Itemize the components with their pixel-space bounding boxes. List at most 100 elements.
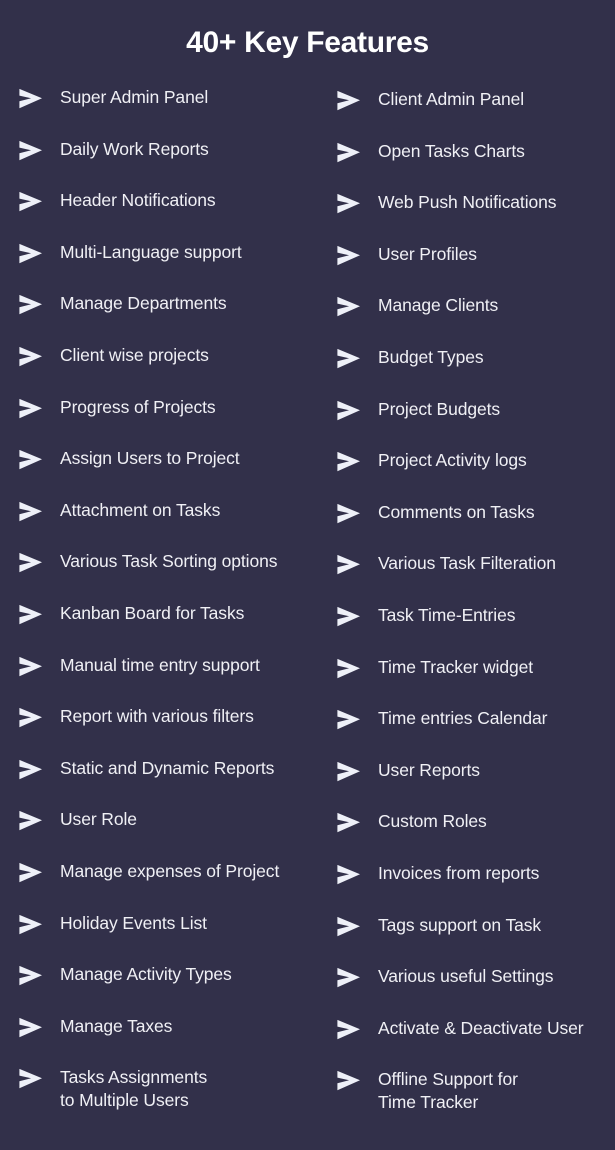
arrow-right-icon — [18, 759, 43, 780]
features-columns: Super Admin Panel Daily Work Reports Hea… — [0, 60, 615, 1130]
feature-label: Project Activity logs — [378, 450, 527, 471]
feature-item: Report with various filters — [18, 705, 320, 757]
arrow-right-icon — [336, 554, 361, 575]
feature-item: Project Budgets — [336, 398, 615, 450]
arrow-right-icon — [18, 707, 43, 728]
arrow-right-icon — [18, 398, 43, 419]
feature-label: Manage Departments — [60, 293, 227, 314]
arrow-right-icon — [336, 296, 361, 317]
feature-item: Web Push Notifications — [336, 191, 615, 243]
feature-label: Tasks Assignments to Multiple Users — [60, 1067, 208, 1111]
feature-item: Various useful Settings — [336, 965, 615, 1017]
feature-label: Assign Users to Project — [60, 448, 240, 469]
feature-label: Daily Work Reports — [60, 138, 209, 159]
feature-item: Manage Clients — [336, 294, 615, 346]
arrow-right-icon — [18, 294, 43, 315]
feature-item: Client Admin Panel — [336, 88, 615, 140]
feature-label: Super Admin Panel — [60, 87, 209, 107]
feature-item: Manage Departments — [18, 292, 320, 344]
feature-item: Static and Dynamic Reports — [18, 757, 320, 809]
feature-label: Attachment on Tasks — [60, 499, 221, 520]
feature-label: Multi-Language support — [60, 241, 242, 262]
feature-item: Various Task Filteration — [336, 552, 615, 604]
arrow-right-icon — [336, 658, 361, 679]
feature-label: User Profiles — [378, 243, 477, 264]
feature-item: Manage Activity Types — [18, 963, 320, 1015]
feature-item: Client wise projects — [18, 344, 320, 396]
arrow-right-icon — [18, 810, 43, 831]
feature-item: User Reports — [336, 759, 615, 811]
feature-item: Manage expenses of Project — [18, 860, 320, 912]
feature-item: Tasks Assignments to Multiple Users — [18, 1066, 320, 1128]
feature-item: Offline Support for Time Tracker — [336, 1068, 615, 1130]
feature-label: Manage expenses of Project — [60, 860, 280, 881]
arrow-right-icon — [18, 449, 43, 470]
arrow-right-icon — [18, 656, 43, 677]
feature-label: Report with various filters — [60, 706, 254, 727]
feature-label: Static and Dynamic Reports — [60, 757, 275, 778]
feature-item: Budget Types — [336, 346, 615, 398]
arrow-right-icon — [18, 965, 43, 986]
feature-label: Manage Taxes — [60, 1015, 173, 1036]
feature-item: Super Admin Panel — [18, 86, 320, 138]
arrow-right-icon — [18, 604, 43, 625]
arrow-right-icon — [18, 1017, 43, 1038]
feature-label: Task Time-Entries — [378, 604, 516, 625]
feature-item: Task Time-Entries — [336, 604, 615, 656]
arrow-right-icon — [18, 191, 43, 212]
feature-label: Header Notifications — [60, 190, 216, 211]
feature-label: Client wise projects — [60, 344, 209, 365]
feature-item: Time entries Calendar — [336, 707, 615, 759]
feature-label: Manage Activity Types — [60, 964, 232, 985]
arrow-right-icon — [336, 761, 361, 782]
feature-label: Comments on Tasks — [378, 501, 535, 522]
feature-item: Manage Taxes — [18, 1015, 320, 1067]
arrow-right-icon — [18, 1068, 43, 1089]
arrow-right-icon — [336, 90, 361, 111]
feature-item: Activate & Deactivate User — [336, 1017, 615, 1069]
arrow-right-icon — [336, 400, 361, 421]
feature-item: Progress of Projects — [18, 396, 320, 448]
arrow-right-icon — [336, 1070, 361, 1091]
feature-label: Open Tasks Charts — [378, 140, 525, 161]
feature-item: Tags support on Task — [336, 914, 615, 966]
arrow-right-icon — [336, 245, 361, 266]
feature-item: Holiday Events List — [18, 912, 320, 964]
feature-item: Comments on Tasks — [336, 501, 615, 553]
arrow-right-icon — [18, 346, 43, 367]
feature-label: Time Tracker widget — [378, 656, 533, 677]
feature-label: Project Budgets — [378, 398, 501, 419]
feature-label: Web Push Notifications — [378, 192, 557, 213]
features-column-left: Super Admin Panel Daily Work Reports Hea… — [0, 86, 320, 1130]
feature-item: Time Tracker widget — [336, 656, 615, 708]
feature-item: Kanban Board for Tasks — [18, 602, 320, 654]
arrow-right-icon — [336, 348, 361, 369]
arrow-right-icon — [336, 812, 361, 833]
arrow-right-icon — [18, 501, 43, 522]
feature-label: Manage Clients — [378, 295, 499, 316]
feature-item: Custom Roles — [336, 810, 615, 862]
feature-label: Offline Support for Time Tracker — [378, 1069, 518, 1113]
feature-item: User Profiles — [336, 243, 615, 295]
feature-label: User Role — [60, 809, 137, 830]
feature-item: User Role — [18, 808, 320, 860]
arrow-right-icon — [18, 243, 43, 264]
feature-label: Client Admin Panel — [378, 89, 525, 109]
arrow-right-icon — [336, 709, 361, 730]
feature-label: Kanban Board for Tasks — [60, 602, 245, 623]
feature-label: Progress of Projects — [60, 396, 216, 417]
feature-item: Attachment on Tasks — [18, 499, 320, 551]
feature-label: Custom Roles — [378, 811, 487, 832]
arrow-right-icon — [18, 88, 43, 109]
feature-label: Budget Types — [378, 346, 484, 367]
feature-item: Invoices from reports — [336, 862, 615, 914]
arrow-right-icon — [336, 1019, 361, 1040]
feature-label: Holiday Events List — [60, 912, 207, 933]
arrow-right-icon — [18, 862, 43, 883]
feature-item: Open Tasks Charts — [336, 140, 615, 192]
feature-item: Assign Users to Project — [18, 447, 320, 499]
feature-label: Various Task Filteration — [378, 553, 556, 574]
arrow-right-icon — [18, 552, 43, 573]
feature-label: User Reports — [378, 759, 480, 780]
feature-label: Various Task Sorting options — [60, 551, 278, 572]
